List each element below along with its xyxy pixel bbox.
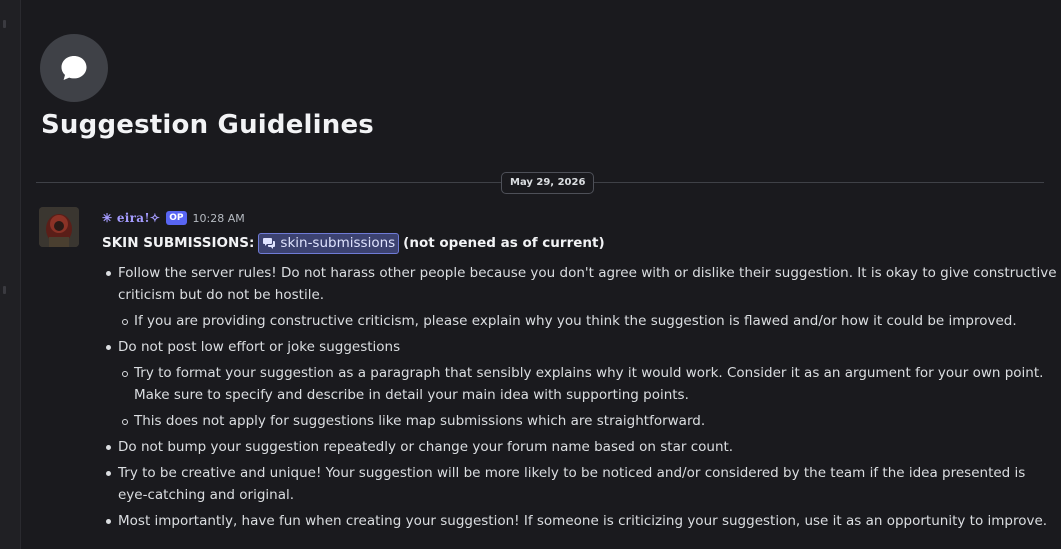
scroll-tick (3, 286, 6, 294)
list-item-text: Follow the server rules! Do not harass o… (118, 265, 1057, 303)
hollow-bullet-icon (122, 319, 128, 325)
bullet-icon (106, 271, 111, 276)
message-first-line: SKIN SUBMISSIONS: skin-submissions (not … (102, 232, 605, 254)
list-item-text: Try to be creative and unique! Your sugg… (118, 465, 1026, 503)
scroll-tick (3, 20, 6, 28)
list-item-text: Try to format your suggestion as a parag… (134, 365, 1044, 403)
list-item: Do not bump your suggestion repeatedly o… (102, 436, 1057, 458)
list-item-text: Most importantly, have fun when creating… (118, 513, 1048, 529)
page-title: Suggestion Guidelines (41, 110, 374, 140)
bullet-icon (106, 445, 111, 450)
hollow-bullet-icon (122, 371, 128, 377)
hollow-bullet-icon (122, 419, 128, 425)
list-item-text: This does not apply for suggestions like… (134, 413, 706, 429)
list-item: If you are providing constructive critic… (118, 310, 1057, 332)
username[interactable]: ✳ eira!✧ (102, 211, 160, 225)
thread-view: Suggestion Guidelines May 29, 2026 ✳ eir… (21, 0, 1061, 549)
list-item-text: Do not post low effort or joke suggestio… (118, 339, 401, 355)
chat-bubble-icon (40, 34, 108, 102)
skin-submissions-label: SKIN SUBMISSIONS: (102, 235, 255, 251)
date-divider: May 29, 2026 (501, 172, 595, 194)
list-item-text: Do not bump your suggestion repeatedly o… (118, 439, 734, 455)
message-header: ✳ eira!✧ OP 10:28 AM (102, 209, 245, 227)
list-item: Most importantly, have fun when creating… (102, 510, 1057, 532)
list-item: This does not apply for suggestions like… (118, 410, 1057, 432)
timestamp[interactable]: 10:28 AM (193, 212, 245, 225)
list-item: Follow the server rules! Do not harass o… (102, 262, 1057, 306)
left-sidebar-edge (0, 0, 21, 549)
list-item: Do not post low effort or joke suggestio… (102, 336, 1057, 358)
list-item-text: If you are providing constructive critic… (134, 313, 1017, 329)
not-opened-note: (not opened as of current) (403, 235, 605, 251)
avatar[interactable] (39, 207, 79, 247)
bullet-icon (106, 471, 111, 476)
list-item: Try to be creative and unique! Your sugg… (102, 462, 1057, 506)
guidelines-list: Follow the server rules! Do not harass o… (102, 262, 1057, 536)
bullet-icon (106, 345, 111, 350)
bullet-icon (106, 519, 111, 524)
forum-channel-icon (262, 236, 276, 250)
channel-name: skin-submissions (280, 235, 396, 251)
channel-mention[interactable]: skin-submissions (258, 232, 400, 254)
op-badge: OP (166, 211, 187, 225)
list-item: Try to format your suggestion as a parag… (118, 362, 1057, 406)
